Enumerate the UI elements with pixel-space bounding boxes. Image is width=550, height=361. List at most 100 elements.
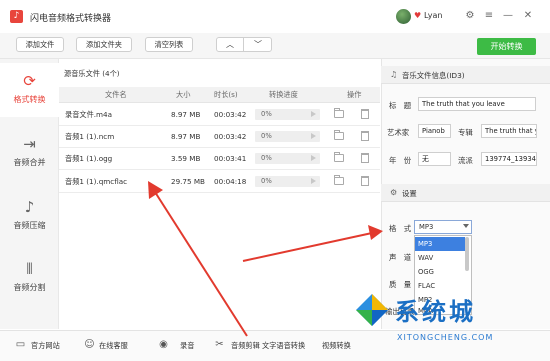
record-icon: ◉ bbox=[159, 339, 168, 350]
progress-text: 0% bbox=[261, 132, 272, 140]
folder-icon[interactable] bbox=[334, 152, 344, 162]
file-name: 音频1 (1).qmcflac bbox=[65, 177, 128, 186]
settings-heading: 设置 bbox=[402, 189, 417, 198]
toolbar: 添加文件 添加文件夹 清空列表 ︿ ﹀ 开始转换 bbox=[0, 33, 550, 59]
table-row[interactable]: 音频1 (1).ogg 3.59 MB 00:03:41 0% bbox=[59, 148, 380, 170]
sidebar-item-label: 音频合并 bbox=[13, 158, 46, 167]
chevron-down-icon[interactable] bbox=[463, 224, 469, 228]
table-row[interactable]: 音频1 (1).qmcflac 29.75 MB 00:04:18 0% bbox=[59, 171, 380, 193]
sidebar-item-label: 音频压缩 bbox=[13, 221, 46, 230]
delete-icon[interactable] bbox=[361, 176, 369, 186]
channel-label: 声 道 bbox=[389, 253, 412, 262]
play-icon[interactable] bbox=[311, 178, 316, 184]
file-name: 录音文件.m4a bbox=[65, 110, 113, 119]
start-convert-button[interactable]: 开始转换 bbox=[477, 38, 536, 55]
title-bar: ♪ 闪电音频格式转换器 ♥ Lyan ⚙ ≡ — ✕ bbox=[0, 0, 550, 33]
file-name: 音频1 (1).ncm bbox=[65, 132, 115, 141]
website-link[interactable]: 官方网站 bbox=[31, 341, 60, 351]
dropdown-scrollbar[interactable] bbox=[465, 237, 469, 271]
music-file-icon: ♫ bbox=[390, 70, 398, 79]
format-option[interactable]: FLAC bbox=[415, 279, 465, 293]
table-row[interactable]: 音频1 (1).ncm 8.97 MB 00:03:42 0% bbox=[59, 126, 380, 148]
play-icon[interactable] bbox=[311, 155, 316, 161]
gear-icon: ⚙ bbox=[390, 188, 398, 197]
format-option[interactable]: WAV bbox=[415, 251, 465, 265]
file-size: 3.59 MB bbox=[171, 154, 201, 163]
col-progress: 转换进度 bbox=[269, 90, 298, 99]
sort-buttons: ︿ ﹀ bbox=[216, 37, 272, 52]
quality-label: 质 量 bbox=[389, 280, 412, 289]
add-folder-button[interactable]: 添加文件夹 bbox=[76, 37, 132, 52]
year-field[interactable]: 无 bbox=[418, 152, 451, 166]
clear-list-button[interactable]: 清空列表 bbox=[145, 37, 193, 52]
merge-icon: ⇥ bbox=[23, 135, 36, 153]
file-duration: 00:03:42 bbox=[214, 132, 247, 141]
progress-bar: 0% bbox=[255, 131, 320, 142]
sidebar-item-convert[interactable]: ⟳ 格式转换 bbox=[0, 63, 59, 117]
sidebar-item-merge[interactable]: ⇥ 音频合并 bbox=[0, 126, 59, 180]
id3-section-header: ♫ 音乐文件信息(ID3) bbox=[381, 66, 550, 84]
add-file-button[interactable]: 添加文件 bbox=[16, 37, 64, 52]
arrow-to-file bbox=[154, 191, 248, 337]
folder-icon[interactable] bbox=[334, 130, 344, 140]
table-row[interactable]: 录音文件.m4a 8.97 MB 00:03:42 0% bbox=[59, 104, 380, 126]
year-label: 年 份 bbox=[389, 156, 412, 165]
delete-icon[interactable] bbox=[361, 131, 369, 141]
record-link[interactable]: 录音 bbox=[180, 341, 194, 351]
settings-icon[interactable]: ⚙ bbox=[463, 9, 477, 23]
play-icon[interactable] bbox=[311, 133, 316, 139]
play-icon[interactable] bbox=[311, 111, 316, 117]
album-label: 专辑 bbox=[458, 128, 473, 137]
format-option[interactable]: OGG bbox=[415, 265, 465, 279]
col-size: 大小 bbox=[176, 90, 191, 99]
col-filename: 文件名 bbox=[105, 90, 127, 99]
avatar[interactable] bbox=[396, 9, 411, 24]
cut-link[interactable]: 音频剪辑 bbox=[231, 341, 260, 351]
file-list-title: 源音乐文件 (4个) bbox=[59, 66, 380, 80]
col-actions: 操作 bbox=[347, 90, 362, 99]
progress-text: 0% bbox=[261, 154, 272, 162]
cut-icon: ✂ bbox=[215, 339, 224, 350]
artist-field[interactable]: Pianob bbox=[418, 124, 451, 138]
file-size: 8.97 MB bbox=[171, 110, 201, 119]
move-down-button[interactable]: ﹀ bbox=[245, 38, 271, 51]
id3-heading: 音乐文件信息(ID3) bbox=[402, 71, 465, 80]
close-icon[interactable]: ✕ bbox=[521, 9, 535, 23]
file-count-label: 源音乐文件 (4个) bbox=[64, 69, 120, 78]
website-icon: ▭ bbox=[15, 339, 26, 350]
format-label: 格 式 bbox=[389, 224, 412, 233]
vip-heart-icon: ♥ bbox=[414, 11, 422, 20]
app-logo-icon: ♪ bbox=[10, 10, 23, 23]
delete-icon[interactable] bbox=[361, 153, 369, 163]
folder-icon[interactable] bbox=[334, 175, 344, 185]
move-up-button[interactable]: ︿ bbox=[217, 38, 244, 51]
video-link[interactable]: 视频转换 bbox=[322, 341, 351, 351]
format-option[interactable]: MP3 bbox=[415, 237, 465, 251]
title-field[interactable]: The truth that you leave bbox=[418, 97, 536, 111]
delete-icon[interactable] bbox=[361, 109, 369, 119]
sidebar: ⟳ 格式转换 ⇥ 音频合并 ♪ 音频压缩 ⫴ 音频分割 bbox=[0, 59, 59, 329]
col-duration: 时长(s) bbox=[214, 90, 238, 99]
sidebar-item-label: 格式转换 bbox=[13, 95, 46, 104]
convert-icon: ⟳ bbox=[23, 72, 36, 90]
album-field[interactable]: The truth that y bbox=[481, 124, 537, 138]
minimize-icon[interactable]: — bbox=[501, 9, 515, 23]
progress-bar: 0% bbox=[255, 109, 320, 120]
menu-icon[interactable]: ≡ bbox=[482, 9, 496, 23]
progress-text: 0% bbox=[261, 110, 272, 118]
table-header: 文件名 大小 时长(s) 转换进度 操作 bbox=[59, 87, 380, 103]
compress-icon: ♪ bbox=[24, 198, 35, 216]
file-duration: 00:04:18 bbox=[214, 177, 247, 186]
genre-label: 流派 bbox=[458, 156, 473, 165]
user-name[interactable]: Lyan bbox=[424, 11, 442, 20]
settings-section-header: ⚙ 设置 bbox=[381, 184, 550, 202]
genre-field[interactable]: 139774_13934 bbox=[481, 152, 537, 166]
tts-link[interactable]: 文字语音转换 bbox=[262, 341, 305, 351]
sidebar-item-split[interactable]: ⫴ 音频分割 bbox=[0, 251, 59, 305]
file-size: 29.75 MB bbox=[171, 177, 205, 186]
service-link[interactable]: 在线客服 bbox=[99, 341, 128, 351]
sidebar-item-compress[interactable]: ♪ 音频压缩 bbox=[0, 189, 59, 243]
service-icon: ☺ bbox=[84, 339, 95, 350]
title-label: 标 题 bbox=[389, 101, 412, 110]
folder-icon[interactable] bbox=[334, 108, 344, 118]
